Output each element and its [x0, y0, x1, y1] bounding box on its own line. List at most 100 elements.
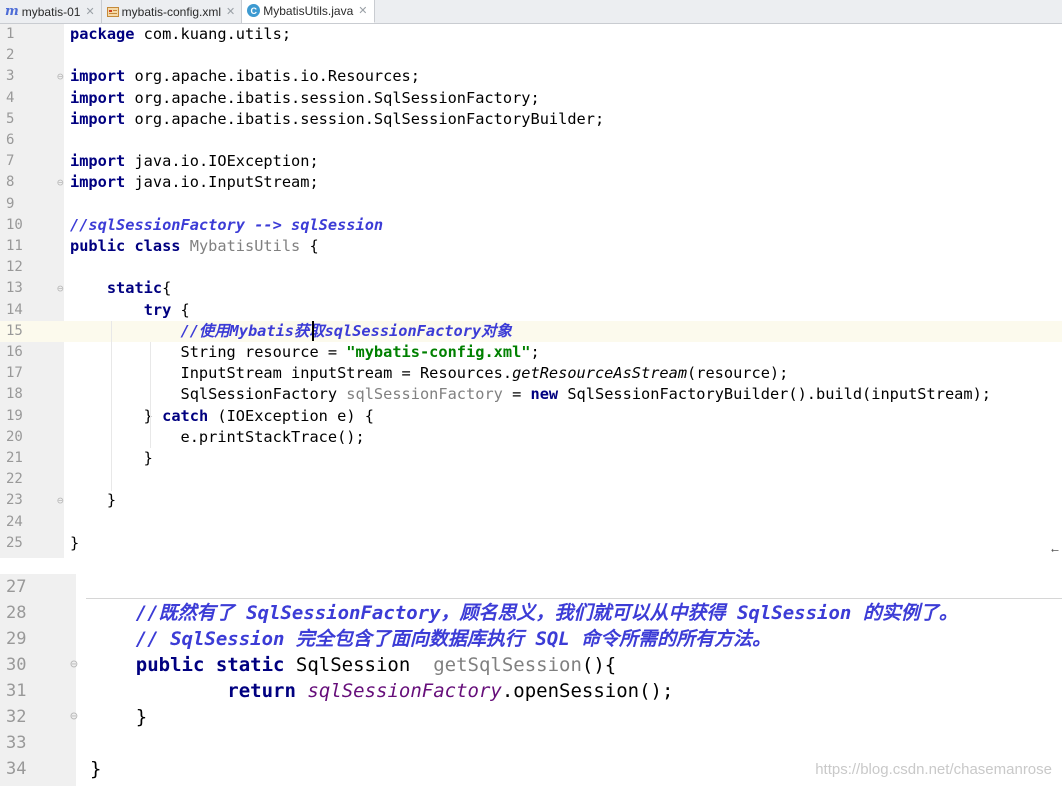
- code-token: com.kuang.utils;: [134, 25, 292, 43]
- code-token: package: [70, 25, 135, 43]
- code-line[interactable]: 12: [0, 257, 1062, 278]
- code-token: import: [70, 88, 126, 107]
- code-line[interactable]: 18 SqlSessionFactory sqlSessionFactory =…: [0, 384, 1062, 405]
- code-token: =: [502, 385, 531, 404]
- close-icon[interactable]: ✕: [85, 5, 94, 18]
- code-text: // SqlSession 完全包含了面向数据库执行 SQL 命令所需的所有方法…: [90, 626, 771, 652]
- fold-marker-icon[interactable]: ⊖: [57, 490, 64, 511]
- code-token: import: [70, 67, 126, 86]
- code-token: import: [70, 109, 126, 128]
- code-token: return: [227, 680, 296, 702]
- fold-marker-icon[interactable]: ⊖: [57, 66, 64, 87]
- code-line[interactable]: 13 ⊖ static{: [0, 278, 1062, 299]
- tab-label: mybatis-01: [21, 4, 81, 19]
- code-line[interactable]: 19 } catch (IOException e) {: [0, 406, 1062, 427]
- tab-mybatisutils-java[interactable]: C MybatisUtils.java ✕: [242, 0, 375, 23]
- tab-mybatis-config-xml[interactable]: mybatis-config.xml ✕: [102, 0, 243, 23]
- line-number: 11: [6, 238, 23, 254]
- code-line[interactable]: 25}: [0, 533, 1062, 554]
- code-text: String resource = "mybatis-config.xml";: [70, 342, 540, 363]
- code-text: } catch (IOException e) {: [70, 406, 374, 427]
- code-line[interactable]: 11 public class MybatisUtils {: [0, 236, 1062, 257]
- tab-mybatis-01[interactable]: m mybatis-01 ✕: [0, 0, 102, 23]
- code-token: import: [70, 152, 126, 171]
- code-line[interactable]: 10 //sqlSessionFactory --> sqlSession: [0, 215, 1062, 236]
- line-number: 13: [6, 280, 23, 297]
- code-token: .openSession();: [501, 680, 674, 702]
- code-token: getResourceAsStream: [512, 364, 688, 383]
- line-number: 29: [6, 629, 27, 649]
- code-text: }: [90, 756, 101, 782]
- fold-marker-icon[interactable]: ⊖: [57, 278, 64, 299]
- line-number: 16: [6, 344, 23, 360]
- code-line[interactable]: 5 import org.apache.ibatis.session.SqlSes…: [0, 109, 1062, 130]
- line-number: 9: [6, 195, 15, 212]
- code-text: //既然有了 SqlSessionFactory，顾名思义，我们就可以从中获得 …: [90, 600, 958, 626]
- line-number: 2: [6, 47, 15, 64]
- code-line[interactable]: 9: [0, 194, 1062, 215]
- line-number: 1: [6, 26, 15, 42]
- code-token: InputStream inputStream = Resources.: [70, 364, 513, 383]
- code-line[interactable]: 33: [0, 730, 1062, 756]
- code-line[interactable]: 23 ⊖ }: [0, 490, 1062, 511]
- code-line[interactable]: 24: [0, 512, 1062, 533]
- code-token: }: [70, 533, 80, 552]
- fold-marker-icon[interactable]: ⊖: [70, 652, 78, 678]
- code-line[interactable]: 22: [0, 469, 1062, 490]
- line-number: 5: [6, 110, 15, 127]
- code-line[interactable]: 31 return sqlSessionFactory.openSession(…: [0, 678, 1062, 704]
- line-number: 28: [6, 603, 27, 623]
- close-icon[interactable]: ✕: [358, 4, 367, 17]
- code-text: import java.io.IOException;: [70, 151, 319, 172]
- screenshot-gap: [0, 558, 1062, 574]
- code-line[interactable]: 8 ⊖ import java.io.InputStream;: [0, 172, 1062, 193]
- line-number: 19: [6, 407, 23, 424]
- code-token: java.io.IOException;: [125, 152, 319, 171]
- code-editor-top[interactable]: 1 package com.kuang.utils; 2 3 ⊖ import org.a…: [0, 24, 1062, 558]
- code-line[interactable]: 28 //既然有了 SqlSessionFactory，顾名思义，我们就可以从中…: [0, 600, 1062, 626]
- tab-label: MybatisUtils.java: [263, 3, 354, 18]
- code-token: }: [70, 406, 163, 425]
- code-line[interactable]: 1 package com.kuang.utils;: [0, 24, 1062, 45]
- code-text: e.printStackTrace();: [70, 427, 365, 448]
- line-number: 18: [6, 386, 23, 403]
- code-line[interactable]: 17 InputStream inputStream = Resources.g…: [0, 363, 1062, 384]
- code-line[interactable]: 20 e.printStackTrace();: [0, 427, 1062, 448]
- code-text: //使用Mybatis获取sqlSessionFactory对象: [70, 321, 512, 342]
- line-number: 8: [6, 174, 15, 191]
- code-line[interactable]: 4 import org.apache.ibatis.session.SqlSes…: [0, 88, 1062, 109]
- code-line[interactable]: 6: [0, 130, 1062, 151]
- code-line[interactable]: 30 ⊖ public static SqlSession getSqlSessi…: [0, 652, 1062, 678]
- code-token: }: [90, 758, 102, 780]
- java-class-icon: C: [247, 4, 261, 17]
- fold-marker-icon[interactable]: ⊖: [57, 172, 64, 193]
- code-line[interactable]: 21 }: [0, 448, 1062, 469]
- code-line[interactable]: 3 ⊖ import org.apache.ibatis.io.Resources;: [0, 66, 1062, 87]
- code-token: (resource);: [687, 364, 789, 383]
- line-number: 15: [6, 322, 23, 339]
- fold-marker-icon[interactable]: ⊖: [70, 704, 78, 730]
- code-line[interactable]: 15 //使用Mybatis获取sqlSessionFactory对象: [0, 320, 1062, 342]
- code-line[interactable]: 7 import java.io.IOException;: [0, 151, 1062, 172]
- code-editor-bottom[interactable]: 27 28 //既然有了 SqlSessionFactory，顾名思义，我们就可以…: [0, 574, 1062, 786]
- code-token: {: [171, 300, 190, 319]
- code-line[interactable]: 14 try {: [0, 300, 1062, 321]
- code-line[interactable]: 2: [0, 45, 1062, 66]
- code-token: e.printStackTrace();: [70, 427, 365, 446]
- close-icon[interactable]: ✕: [226, 5, 235, 18]
- line-number: 34: [6, 759, 27, 779]
- code-text: import org.apache.ibatis.session.SqlSess…: [70, 88, 540, 109]
- code-line[interactable]: 29 // SqlSession 完全包含了面向数据库执行 SQL 命令所需的所…: [0, 626, 1062, 652]
- code-line[interactable]: 32 ⊖ }: [0, 704, 1062, 730]
- line-number: 4: [6, 89, 15, 106]
- code-line[interactable]: 16 String resource = "mybatis-config.xml…: [0, 342, 1062, 363]
- code-token: (IOException e) {: [208, 406, 374, 425]
- code-text: }: [70, 490, 116, 511]
- line-number: 14: [6, 301, 23, 318]
- code-token: SqlSessionFactoryBuilder().build(inputSt…: [558, 385, 991, 404]
- indent-guide: [150, 342, 151, 448]
- code-line[interactable]: 27: [0, 574, 1062, 600]
- cursor-mark: ⟵: [1051, 545, 1058, 556]
